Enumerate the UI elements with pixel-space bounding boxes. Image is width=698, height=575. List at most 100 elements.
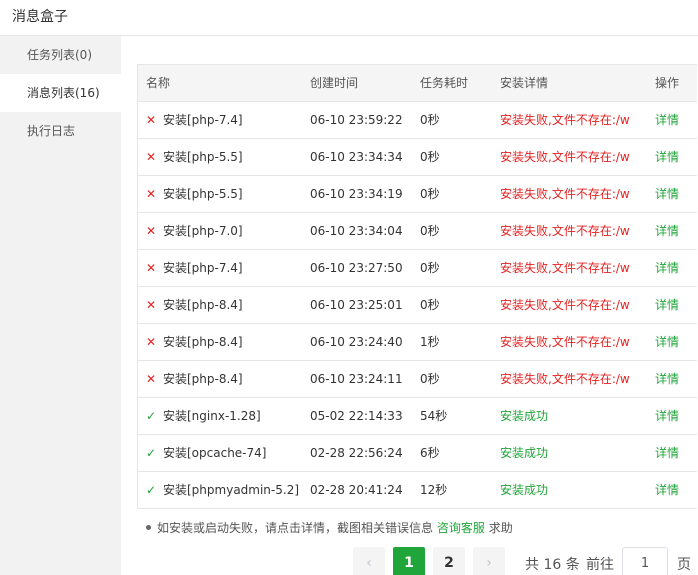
cell-op: 详情 <box>655 434 697 472</box>
cell-time: 05-02 22:14:33 <box>310 397 420 435</box>
goto-label: 前往 <box>586 557 614 573</box>
cell-detail: 安装成功 <box>500 397 655 435</box>
contact-support-link[interactable]: 咨询客服 <box>437 521 485 535</box>
sidebar: 任务列表(0) 消息列表(16) 执行日志 <box>0 36 121 575</box>
cell-detail: 安装失败,文件不存在:/w <box>500 138 655 176</box>
cell-detail: 安装失败,文件不存在:/w <box>500 101 655 139</box>
prev-page-button[interactable]: ‹ <box>353 547 385 575</box>
detail-link[interactable]: 详情 <box>655 261 679 275</box>
table-row: ✕ 安装[php-8.4] 06-10 23:24:40 1秒 安装失败,文件不存在:/… <box>138 323 697 361</box>
cell-op: 详情 <box>655 286 697 324</box>
detail-link[interactable]: 详情 <box>655 446 679 460</box>
table-row: ✓ 安装[opcache-74] 02-28 22:56:24 6秒 安装成功 详情 <box>138 434 697 472</box>
cell-op: 详情 <box>655 212 697 250</box>
table-row: ✕ 安装[php-7.4] 06-10 23:27:50 0秒 安装失败,文件不存在:/… <box>138 249 697 287</box>
cell-time: 02-28 22:56:24 <box>310 434 420 472</box>
close-icon: ✕ <box>146 150 157 164</box>
cell-detail: 安装成功 <box>500 434 655 472</box>
bullet-icon <box>146 525 151 530</box>
check-icon: ✓ <box>146 409 157 423</box>
cell-name: ✕ 安装[php-8.4] <box>138 286 310 324</box>
page-unit: 页 <box>677 557 691 573</box>
cell-op: 详情 <box>655 397 697 435</box>
task-name: 安装[php-5.5] <box>163 150 243 164</box>
cell-op: 详情 <box>655 471 697 508</box>
detail-link[interactable]: 详情 <box>655 335 679 349</box>
cell-detail: 安装失败,文件不存在:/w <box>500 175 655 213</box>
cell-cost: 54秒 <box>420 397 500 435</box>
cell-name: ✕ 安装[php-8.4] <box>138 323 310 361</box>
cell-time: 06-10 23:34:04 <box>310 212 420 250</box>
task-name: 安装[opcache-74] <box>163 446 267 460</box>
cell-cost: 0秒 <box>420 286 500 324</box>
sidebar-item-execution-log[interactable]: 执行日志 <box>0 112 121 150</box>
detail-link[interactable]: 详情 <box>655 483 679 497</box>
cell-name: ✓ 安装[phpmyadmin-5.2] <box>138 471 310 508</box>
header-cost: 任务耗时 <box>420 65 500 102</box>
cell-name: ✕ 安装[php-8.4] <box>138 360 310 398</box>
detail-link[interactable]: 详情 <box>655 187 679 201</box>
detail-link[interactable]: 详情 <box>655 372 679 386</box>
detail-link[interactable]: 详情 <box>655 150 679 164</box>
cell-name: ✕ 安装[php-7.4] <box>138 101 310 139</box>
table-row: ✕ 安装[php-7.4] 06-10 23:59:22 0秒 安装失败,文件不存在:/… <box>138 101 697 139</box>
close-icon: ✕ <box>146 261 157 275</box>
cell-detail: 安装成功 <box>500 483 549 498</box>
tip-suffix: 求助 <box>488 521 513 535</box>
header-op: 操作 <box>655 65 697 102</box>
task-name: 安装[php-8.4] <box>163 335 243 349</box>
cell-cost: 0秒 <box>420 138 500 176</box>
task-name: 安装[php-8.4] <box>163 298 243 312</box>
window-titlebar: 消息盒子 <box>0 0 698 36</box>
close-icon: ✕ <box>146 224 157 238</box>
cell-name: ✕ 安装[php-5.5] <box>138 138 310 176</box>
cell-time: 02-28 20:41:24 <box>310 482 403 497</box>
check-icon: ✓ <box>146 446 157 460</box>
cell-time: 06-10 23:27:50 <box>310 249 420 287</box>
cell-cost: 1秒 <box>420 323 500 361</box>
cell-cost: 0秒 <box>420 101 500 139</box>
header-time: 创建时间 <box>310 65 420 102</box>
detail-link[interactable]: 详情 <box>655 113 679 127</box>
detail-link[interactable]: 详情 <box>655 224 679 238</box>
table-row: ✓ 安装[nginx-1.28] 05-02 22:14:33 54秒 安装成功 详情 <box>138 397 697 435</box>
sidebar-item-message-list[interactable]: 消息列表(16) <box>0 74 121 112</box>
tip-text: 如安装或启动失败，请点击详情，截图相关错误信息 <box>157 521 434 535</box>
table-row: ✕ 安装[php-7.0] 06-10 23:34:04 0秒 安装失败,文件不存在:/… <box>138 212 697 250</box>
cell-cost: 0秒 <box>420 360 500 398</box>
cell-time: 06-10 23:24:11 <box>310 360 420 398</box>
cell-op: 详情 <box>655 249 697 287</box>
page-2-button[interactable]: 2 <box>433 547 465 575</box>
cell-cost: 0秒 <box>420 249 500 287</box>
close-icon: ✕ <box>146 335 157 349</box>
cell-op: 详情 <box>655 360 697 398</box>
cell-detail: 安装失败,文件不存在:/w <box>500 286 655 324</box>
cell-name: ✓ 安装[opcache-74] <box>138 434 310 472</box>
cell-time: 06-10 23:25:01 <box>310 286 420 324</box>
main-panel: 名称 创建时间 任务耗时 安装详情 操作 ✕ 安装[php-7.4] 06-10 2… <box>121 36 698 575</box>
total-count: 共 16 条 <box>525 557 580 573</box>
cell-cost: 12秒 <box>420 483 448 498</box>
task-name: 安装[php-7.4] <box>163 113 243 127</box>
cell-time: 06-10 23:34:19 <box>310 175 420 213</box>
cell-time: 06-10 23:59:22 <box>310 101 420 139</box>
detail-link[interactable]: 详情 <box>655 298 679 312</box>
table-row: ✕ 安装[php-8.4] 06-10 23:25:01 0秒 安装失败,文件不存在:/… <box>138 286 697 324</box>
close-icon: ✕ <box>146 187 157 201</box>
task-name: 安装[php-7.0] <box>163 224 243 238</box>
cell-detail: 安装失败,文件不存在:/w <box>500 249 655 287</box>
sidebar-item-task-list[interactable]: 任务列表(0) <box>0 36 121 74</box>
table-row: ✕ 安装[php-8.4] 06-10 23:24:11 0秒 安装失败,文件不存在:/… <box>138 360 697 398</box>
cell-op: 详情 <box>655 138 697 176</box>
next-page-button[interactable]: › <box>473 547 505 575</box>
cell-op: 详情 <box>655 101 697 139</box>
cell-detail: 安装失败,文件不存在:/w <box>500 212 655 250</box>
header-detail: 安装详情 <box>500 65 655 102</box>
detail-link[interactable]: 详情 <box>655 409 679 423</box>
goto-page-input[interactable] <box>622 547 668 575</box>
table-row: ✓ 安装[phpmyadmin-5.2] 02-28 20:41:24 12秒 安装成功… <box>138 471 697 508</box>
task-name: 安装[php-7.4] <box>163 261 243 275</box>
page-1-button[interactable]: 1 <box>393 547 425 575</box>
table-row: ✕ 安装[php-5.5] 06-10 23:34:34 0秒 安装失败,文件不存在:/… <box>138 138 697 176</box>
task-name: 安装[phpmyadmin-5.2] <box>163 483 300 498</box>
